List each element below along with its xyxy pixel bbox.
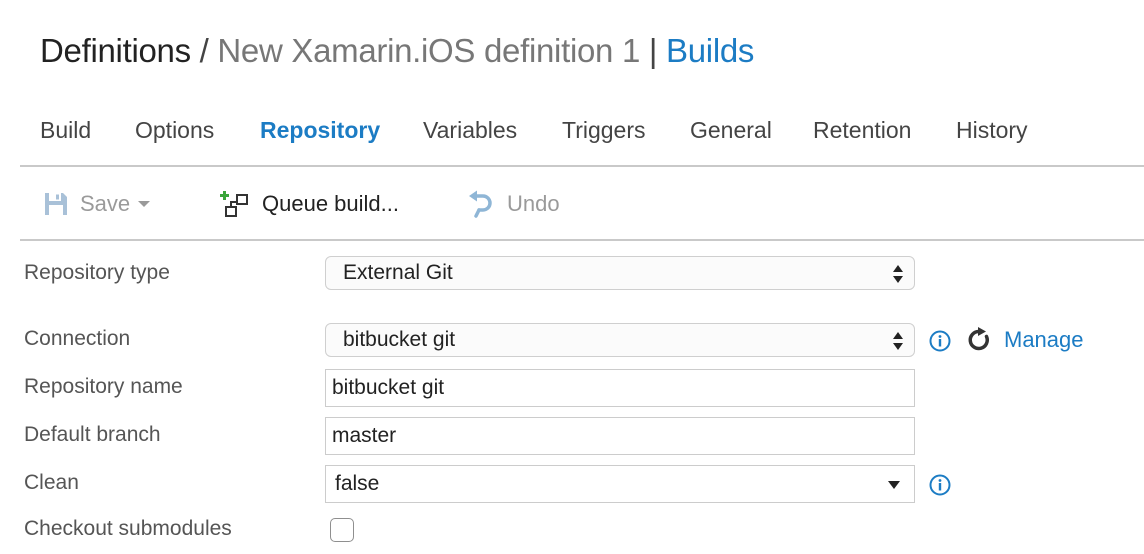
tab-retention[interactable]: Retention xyxy=(813,117,911,144)
builds-link[interactable]: Builds xyxy=(666,32,754,69)
queue-build-button[interactable]: Queue build... xyxy=(220,186,399,222)
page-title: New Xamarin.iOS definition 1 xyxy=(217,32,641,69)
refresh-icon[interactable] xyxy=(966,327,992,353)
connection-select[interactable]: bitbucket git xyxy=(325,323,915,357)
save-button[interactable]: Save xyxy=(44,186,151,222)
breadcrumb-divider: | xyxy=(640,32,667,69)
breadcrumb-separator: / xyxy=(190,32,218,69)
select-arrows-icon xyxy=(893,265,903,283)
clean-dropdown[interactable]: false xyxy=(325,465,915,503)
toolbar: Save Queue build... Undo xyxy=(20,168,1144,241)
tab-general[interactable]: General xyxy=(690,117,772,144)
tab-options[interactable]: Options xyxy=(135,117,214,144)
tab-build[interactable]: Build xyxy=(40,117,91,144)
repository-type-label: Repository type xyxy=(24,261,170,284)
default-branch-input[interactable]: master xyxy=(325,417,915,455)
checkout-submodules-checkbox[interactable] xyxy=(330,518,354,542)
repository-type-value: External Git xyxy=(343,261,453,284)
tab-repository[interactable]: Repository xyxy=(260,117,380,144)
clean-info-icon[interactable] xyxy=(929,474,951,496)
clean-label: Clean xyxy=(24,471,79,494)
default-branch-label: Default branch xyxy=(24,423,161,446)
breadcrumb: Definitions / New Xamarin.iOS definition… xyxy=(40,32,754,70)
clean-value: false xyxy=(335,472,380,495)
connection-info-icon[interactable] xyxy=(929,330,951,352)
repository-name-label: Repository name xyxy=(24,375,183,398)
select-arrows-icon xyxy=(893,332,903,350)
connection-value: bitbucket git xyxy=(343,328,456,351)
tab-triggers[interactable]: Triggers xyxy=(562,117,646,144)
save-icon xyxy=(45,193,67,215)
checkout-submodules-label: Checkout submodules xyxy=(24,517,232,540)
tab-variables[interactable]: Variables xyxy=(423,117,517,144)
save-dropdown-caret-icon[interactable] xyxy=(138,201,151,207)
chevron-down-icon xyxy=(888,481,900,489)
manage-link[interactable]: Manage xyxy=(1004,327,1084,353)
undo-label: Undo xyxy=(507,191,560,216)
repository-name-input[interactable]: bitbucket git xyxy=(325,369,915,407)
breadcrumb-definitions[interactable]: Definitions xyxy=(40,32,191,69)
queue-build-icon xyxy=(220,191,248,217)
repository-type-select[interactable]: External Git xyxy=(325,256,915,290)
undo-button[interactable]: Undo xyxy=(467,186,560,222)
queue-build-label: Queue build... xyxy=(262,191,399,216)
tab-history[interactable]: History xyxy=(956,117,1028,144)
undo-icon xyxy=(469,190,492,218)
connection-label: Connection xyxy=(24,327,131,350)
save-label: Save xyxy=(80,191,131,216)
definition-tabs: Build Options Repository Variables Trigg… xyxy=(20,110,1144,167)
